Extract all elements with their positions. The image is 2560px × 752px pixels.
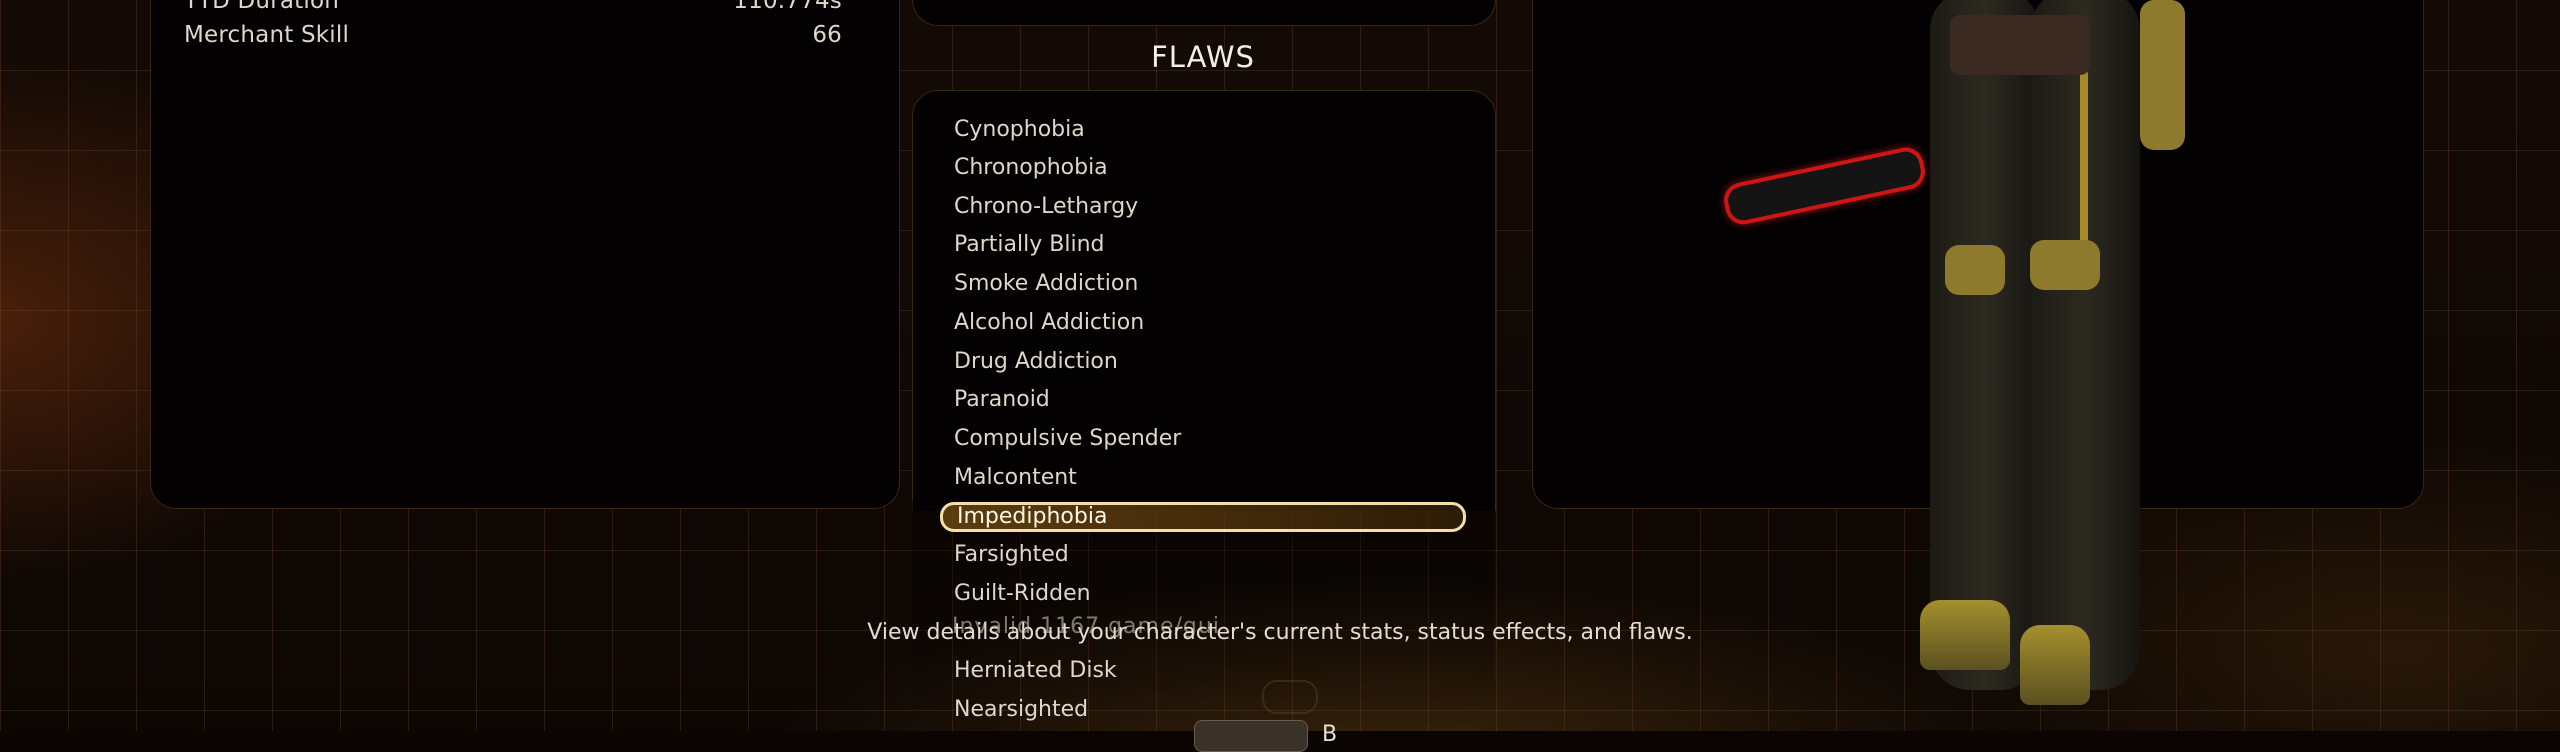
knee-pad-right [2030, 240, 2100, 290]
flaw-item[interactable]: Farsighted [954, 540, 1069, 570]
stats-panel [150, 0, 900, 509]
flaw-item[interactable]: Smoke Addiction [954, 269, 1138, 299]
character-leg-left [1930, 0, 2040, 690]
flaws-title: FLAWS [1151, 40, 1255, 74]
knee-pad-left [1945, 245, 2005, 295]
flaw-item[interactable]: Alcohol Addiction [954, 308, 1144, 338]
flaw-item[interactable]: Nearsighted [954, 695, 1088, 725]
belt-pouch [1950, 15, 2090, 75]
flaw-item[interactable]: Herniated Disk [954, 656, 1117, 686]
watermark-icon [1262, 680, 1318, 714]
status-effects-panel [912, 0, 1496, 26]
stat-row-merchant-skill: Merchant Skill 66 [184, 22, 842, 48]
flaw-item-selected[interactable]: Impediphobia [940, 502, 1466, 532]
back-action-label: B [1322, 722, 1338, 747]
flaw-item[interactable]: Compulsive Spender [954, 424, 1181, 454]
armor-arm [2140, 0, 2185, 150]
stat-value: 110.774s [733, 0, 842, 14]
flaw-item[interactable]: Drug Addiction [954, 347, 1118, 377]
stat-label: TTD Duration [184, 0, 340, 14]
flaw-item[interactable]: Chrono-Lethargy [954, 192, 1138, 222]
flaw-item[interactable]: Partially Blind [954, 230, 1105, 260]
flaw-item[interactable]: Paranoid [954, 385, 1050, 415]
flaw-item[interactable]: Cynophobia [954, 115, 1085, 145]
stat-label: Merchant Skill [184, 22, 350, 48]
stat-row-ttd-duration: TTD Duration 110.774s [184, 0, 842, 14]
flaw-item[interactable]: Guilt-Ridden [954, 579, 1091, 609]
flaw-item[interactable]: Malcontent [954, 463, 1077, 493]
flaw-item[interactable]: Chronophobia [954, 153, 1108, 183]
menu-description: View details about your character's curr… [867, 620, 1693, 645]
back-button[interactable] [1194, 720, 1308, 752]
stat-value: 66 [812, 22, 842, 48]
